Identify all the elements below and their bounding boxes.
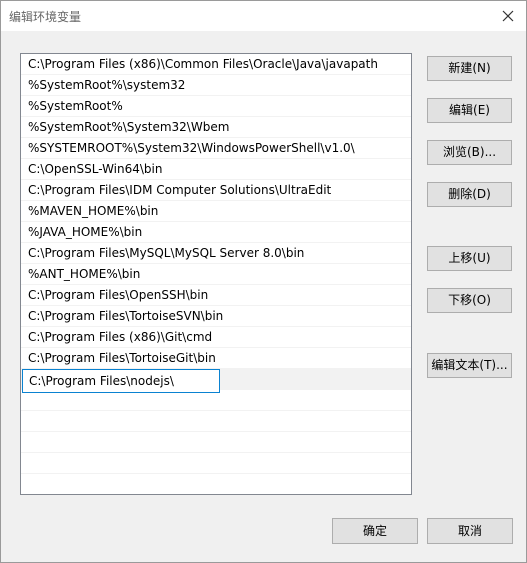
edit-button[interactable]: 编辑(E): [427, 98, 512, 123]
new-button[interactable]: 新建(N): [427, 56, 512, 81]
list-item[interactable]: %SystemRoot%\system32: [21, 75, 411, 96]
list-item-label: %MAVEN_HOME%\bin: [28, 204, 159, 218]
list-item[interactable]: %SystemRoot%: [21, 96, 411, 117]
delete-button[interactable]: 删除(D): [427, 182, 512, 207]
list-item-label: %SYSTEMROOT%\System32\WindowsPowerShell\…: [28, 141, 355, 155]
path-edit-input[interactable]: C:\Program Files\nodejs\: [22, 369, 220, 393]
close-icon[interactable]: [496, 4, 520, 28]
list-item-label: C:\Program Files\TortoiseSVN\bin: [28, 309, 224, 323]
list-item[interactable]: C:\Program Files\OpenSSH\bin: [21, 285, 411, 306]
path-edit-value: C:\Program Files\nodejs\: [29, 374, 174, 388]
window-title: 编辑环境变量: [9, 10, 82, 24]
list-item[interactable]: [21, 474, 411, 494]
move-up-button[interactable]: 上移(U): [427, 246, 512, 271]
path-list[interactable]: C:\Program Files (x86)\Common Files\Orac…: [20, 53, 412, 495]
list-item-label: C:\Program Files\MySQL\MySQL Server 8.0\…: [28, 246, 305, 260]
list-item[interactable]: C:\Program Files\MySQL\MySQL Server 8.0\…: [21, 243, 411, 264]
list-item-label: C:\Program Files (x86)\Common Files\Orac…: [28, 57, 378, 71]
list-item-label: %ANT_HOME%\bin: [28, 267, 141, 281]
list-item[interactable]: C:\OpenSSL-Win64\bin: [21, 159, 411, 180]
list-item[interactable]: %MAVEN_HOME%\bin: [21, 201, 411, 222]
edit-text-button[interactable]: 编辑文本(T)...: [427, 353, 512, 378]
list-item-label: C:\Program Files (x86)\Git\cmd: [28, 330, 213, 344]
list-item[interactable]: C:\Program Files (x86)\Common Files\Orac…: [21, 54, 411, 75]
edit-env-variable-dialog: 编辑环境变量 C:\Program Files (x86)\Common Fil…: [0, 0, 527, 563]
list-item-label: C:\Program Files\OpenSSH\bin: [28, 288, 209, 302]
list-item-label: %SystemRoot%: [28, 99, 123, 113]
list-item[interactable]: [21, 411, 411, 432]
list-item[interactable]: C:\Program Files (x86)\Git\cmd: [21, 327, 411, 348]
list-item[interactable]: %ANT_HOME%\bin: [21, 264, 411, 285]
cancel-button[interactable]: 取消: [427, 518, 513, 544]
list-item[interactable]: [21, 432, 411, 453]
list-item[interactable]: C:\Program Files\IDM Computer Solutions\…: [21, 180, 411, 201]
list-item-label: %JAVA_HOME%\bin: [28, 225, 143, 239]
title-bar: 编辑环境变量: [1, 1, 526, 31]
list-item[interactable]: %SystemRoot%\System32\Wbem: [21, 117, 411, 138]
list-item-label: C:\Program Files\IDM Computer Solutions\…: [28, 183, 332, 197]
list-item[interactable]: C:\Program Files\TortoiseSVN\bin: [21, 306, 411, 327]
list-item[interactable]: %JAVA_HOME%\bin: [21, 222, 411, 243]
list-item-label: %SystemRoot%\System32\Wbem: [28, 120, 230, 134]
list-item[interactable]: [21, 453, 411, 474]
list-item[interactable]: %SYSTEMROOT%\System32\WindowsPowerShell\…: [21, 138, 411, 159]
list-item-label: %SystemRoot%\system32: [28, 78, 186, 92]
list-item-label: C:\Program Files\TortoiseGit\bin: [28, 351, 216, 365]
browse-button[interactable]: 浏览(B)...: [427, 140, 512, 165]
list-item[interactable]: C:\Program Files\TortoiseGit\bin: [21, 348, 411, 369]
list-item-label: C:\OpenSSL-Win64\bin: [28, 162, 163, 176]
list-item[interactable]: [21, 390, 411, 411]
move-down-button[interactable]: 下移(O): [427, 288, 512, 313]
ok-button[interactable]: 确定: [332, 518, 418, 544]
